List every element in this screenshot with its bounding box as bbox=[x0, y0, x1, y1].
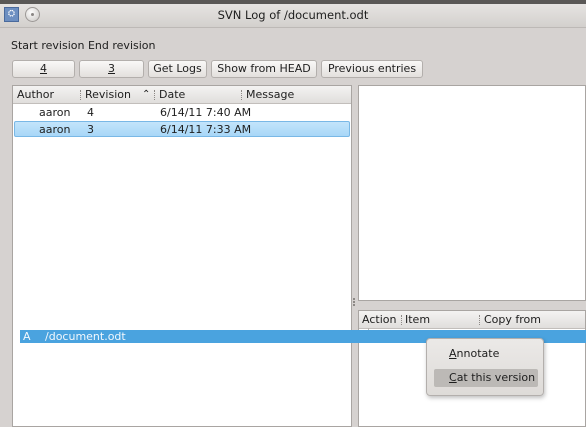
start-revision-label: Start revision bbox=[11, 39, 85, 52]
log-row-selected[interactable]: aaron 3 6/14/11 7:33 AM bbox=[14, 121, 350, 137]
log-table[interactable]: Author Revision ⌃ Date Message aaron 4 6… bbox=[12, 85, 352, 427]
log-date: 6/14/11 7:33 AM bbox=[160, 123, 252, 136]
log-revision: 3 bbox=[87, 123, 94, 136]
log-date: 6/14/11 7:40 AM bbox=[160, 106, 252, 119]
column-separator[interactable] bbox=[241, 90, 242, 100]
changed-action: A bbox=[23, 330, 31, 343]
context-menu: Annotate Cat this version bbox=[426, 338, 544, 396]
menu-item-annotate[interactable]: Annotate bbox=[434, 345, 538, 363]
window-title: SVN Log of /document.odt bbox=[217, 8, 369, 22]
menu-item-cat-this-version[interactable]: Cat this version bbox=[434, 369, 538, 387]
column-date[interactable]: Date bbox=[159, 88, 185, 101]
end-revision-spinbox[interactable]: 3 bbox=[79, 60, 144, 78]
log-row[interactable]: aaron 4 6/14/11 7:40 AM bbox=[14, 105, 350, 121]
column-separator[interactable] bbox=[154, 90, 155, 100]
title-bar: ⛭ SVN Log of /document.odt bbox=[0, 0, 586, 28]
log-message-panel[interactable] bbox=[358, 85, 586, 301]
column-message[interactable]: Message bbox=[246, 88, 294, 101]
log-revision: 4 bbox=[87, 106, 94, 119]
cat-label-rest: at this version bbox=[456, 371, 536, 384]
column-author[interactable]: Author bbox=[17, 88, 54, 101]
start-revision-spinbox[interactable]: 4 bbox=[12, 60, 75, 78]
column-action[interactable]: Action bbox=[362, 313, 396, 326]
annotate-mnemonic: A bbox=[449, 347, 457, 360]
revision-labels: Start revision End revision bbox=[11, 39, 156, 52]
column-copy-from[interactable]: Copy from bbox=[484, 313, 541, 326]
column-separator[interactable] bbox=[401, 315, 402, 325]
previous-entries-button[interactable]: Previous entries bbox=[321, 60, 423, 78]
splitter-handle-icon[interactable] bbox=[353, 298, 355, 306]
show-from-head-button[interactable]: Show from HEAD bbox=[211, 60, 317, 78]
column-revision[interactable]: Revision bbox=[85, 88, 131, 101]
log-table-header: Author Revision ⌃ Date Message bbox=[13, 86, 351, 104]
get-logs-button[interactable]: Get Logs bbox=[148, 60, 207, 78]
column-separator[interactable] bbox=[80, 90, 81, 100]
annotate-label-rest: nnotate bbox=[456, 347, 500, 360]
column-item[interactable]: Item bbox=[405, 313, 430, 326]
log-author: aaron bbox=[39, 123, 71, 136]
log-author: aaron bbox=[39, 106, 71, 119]
column-separator[interactable] bbox=[479, 315, 480, 325]
changed-paths-header: Action Item Copy from bbox=[359, 311, 585, 329]
end-revision-label: End revision bbox=[87, 39, 156, 52]
cat-mnemonic: C bbox=[449, 371, 457, 384]
sort-ascending-icon[interactable]: ⌃ bbox=[142, 89, 150, 100]
changed-item: /document.odt bbox=[45, 330, 126, 343]
